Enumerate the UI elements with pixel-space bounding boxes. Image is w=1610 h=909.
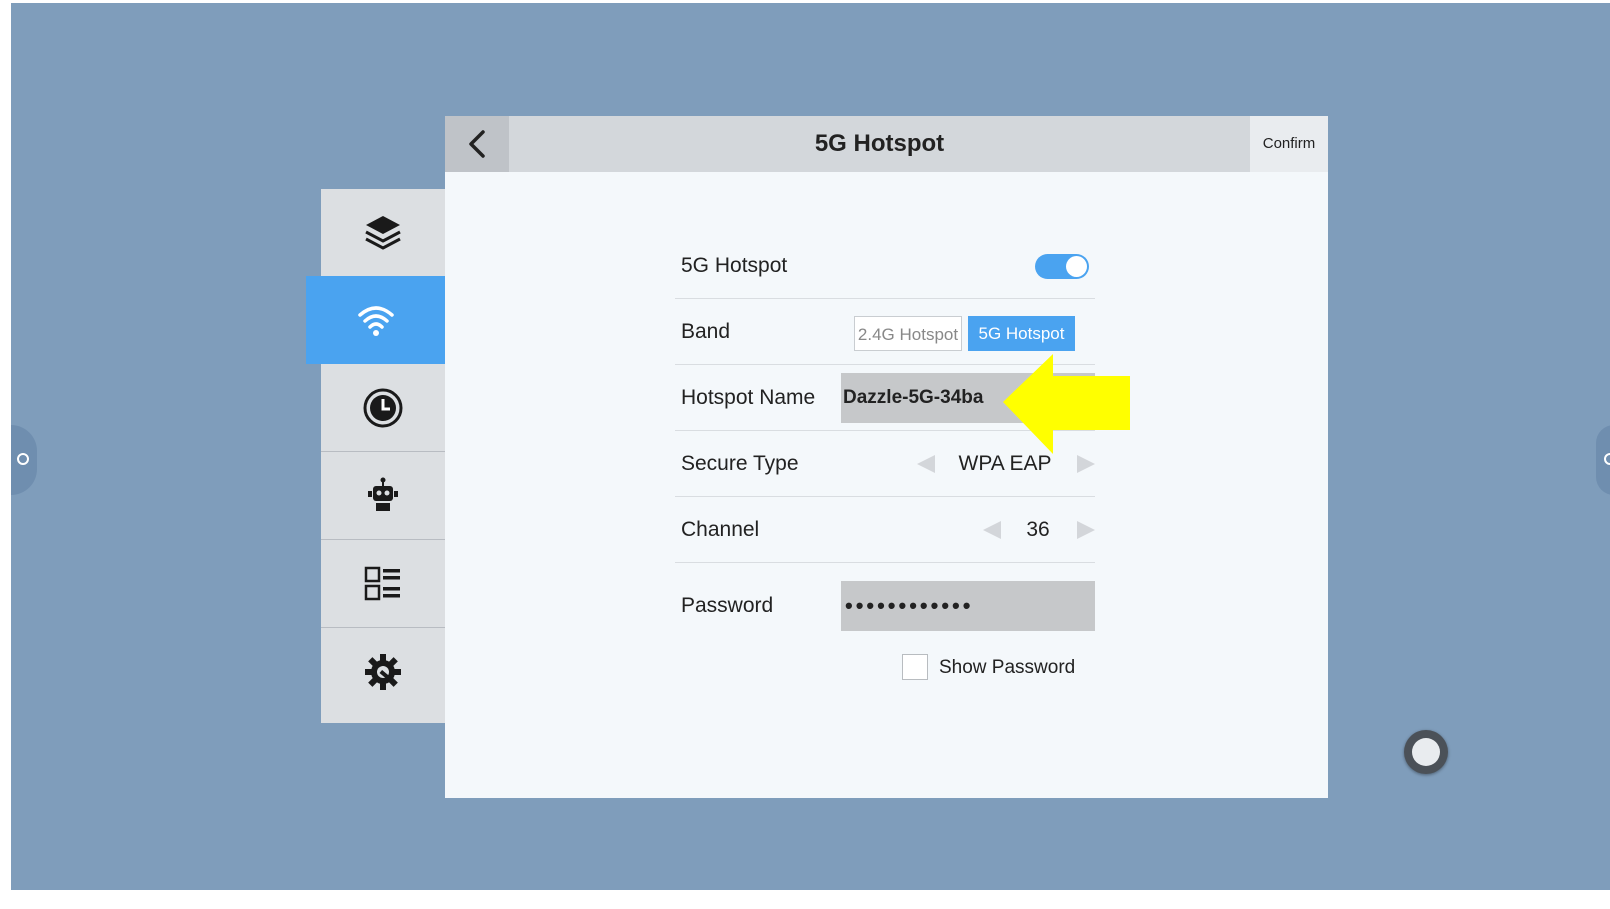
panel-header: 5G Hotspot Confirm (445, 116, 1328, 172)
hotspot-toggle[interactable] (1035, 254, 1089, 279)
wifi-icon (357, 306, 394, 336)
confirm-button[interactable]: Confirm (1250, 116, 1328, 172)
left-handle-icon (17, 453, 29, 465)
sidebar-item-settings[interactable] (321, 628, 445, 716)
gear-wrench-icon (365, 654, 401, 690)
secure-type-next-icon[interactable] (1077, 455, 1095, 473)
page-title: 5G Hotspot (814, 130, 945, 157)
band-option-5g[interactable]: 5G Hotspot (968, 316, 1075, 351)
band-option-2-4g[interactable]: 2.4G Hotspot (854, 316, 962, 351)
channel-row: Channel 36 (675, 497, 1095, 563)
layers-icon (365, 215, 401, 249)
list-icon (364, 566, 400, 600)
back-button[interactable] (445, 116, 509, 172)
show-password-checkbox[interactable] (902, 654, 928, 680)
show-password-label: Show Password (939, 657, 1076, 678)
robot-icon (368, 477, 398, 511)
right-handle-icon (1604, 453, 1610, 465)
channel-prev-icon[interactable] (983, 521, 1001, 539)
password-input[interactable]: •••••••••••• (841, 581, 1095, 631)
hotspot-label: 5G Hotspot (681, 254, 788, 277)
hotspot-settings-panel: 5G Hotspot Confirm 5G Hotspot Band 2.4G … (445, 116, 1328, 798)
channel-label: Channel (681, 518, 760, 541)
sidebar-item-wifi[interactable] (306, 276, 445, 364)
hotspot-toggle-row: 5G Hotspot (675, 233, 1095, 299)
settings-sidebar (306, 189, 445, 723)
sidebar-item-robot[interactable] (321, 452, 445, 540)
channel-value: 36 (1026, 518, 1050, 541)
sidebar-item-list[interactable] (321, 540, 445, 628)
password-label: Password (681, 594, 774, 617)
password-row: Password •••••••••••• (675, 563, 1095, 649)
channel-next-icon[interactable] (1077, 521, 1095, 539)
chevron-left-icon (469, 130, 485, 158)
clock-icon (363, 388, 403, 427)
sidebar-item-clock[interactable] (321, 364, 445, 452)
sidebar-item-layers[interactable] (321, 189, 445, 277)
secure-type-prev-icon[interactable] (917, 455, 935, 473)
band-label: Band (681, 320, 731, 343)
left-edge-handle[interactable] (11, 425, 37, 495)
channel-selector: 36 (981, 497, 1095, 563)
floating-assistive-button[interactable] (1404, 730, 1448, 774)
yellow-arrow-annotation (1003, 354, 1130, 454)
hotspot-name-label: Hotspot Name (681, 386, 816, 409)
secure-type-label: Secure Type (681, 452, 799, 475)
right-edge-handle[interactable] (1596, 425, 1610, 495)
